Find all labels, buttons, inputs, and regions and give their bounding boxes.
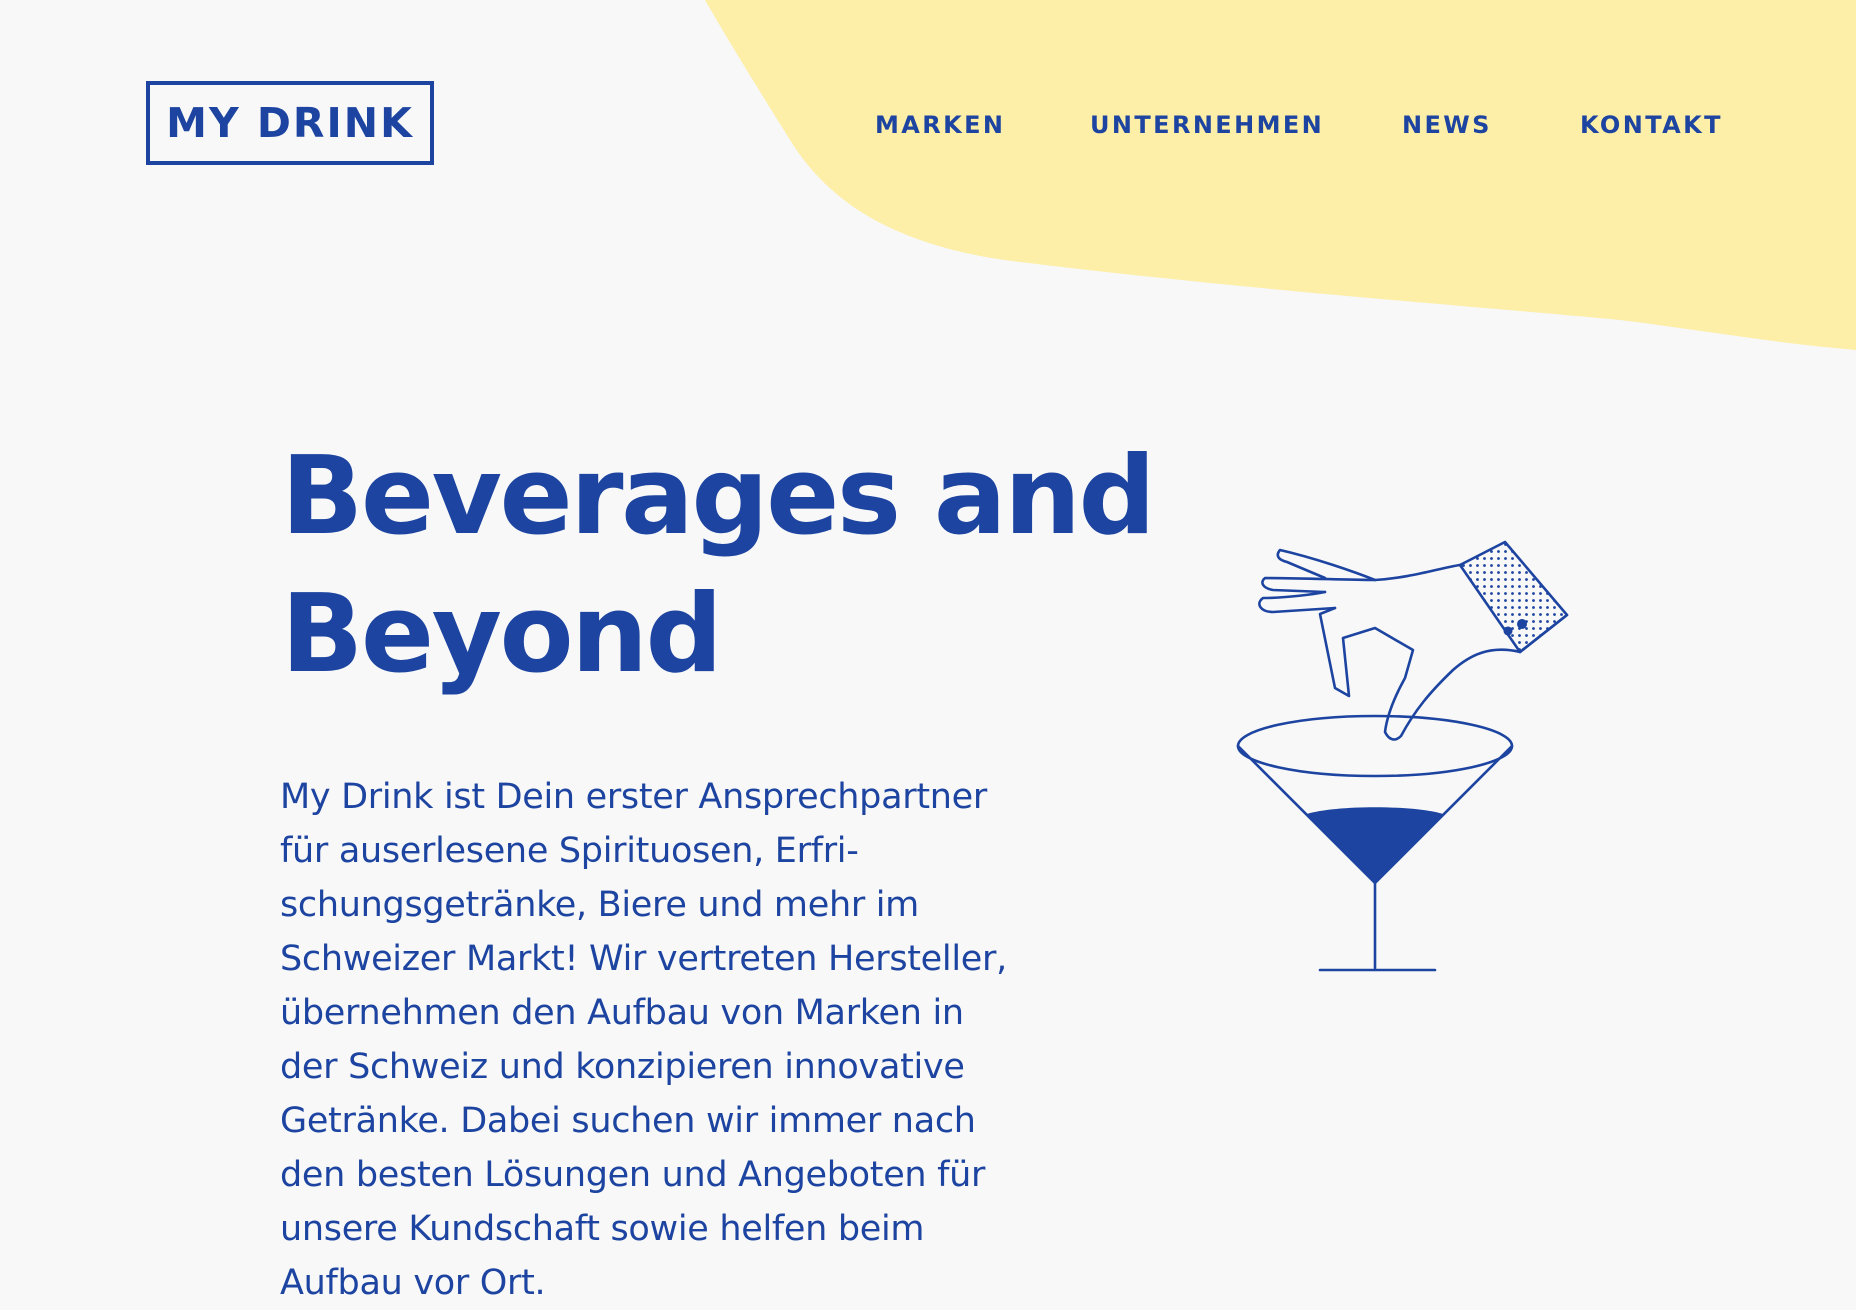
logo[interactable]: MY DRINK [146,81,434,165]
logo-text: MY DRINK [166,99,414,147]
hero-text-line: übernehmen den Aufbau von Marken in [280,993,964,1033]
nav-link-news[interactable]: NEWS [1402,108,1492,142]
hero-title: Beverages and Beyond [281,428,1156,704]
hand-cocktail-glass-icon [1236,540,1569,972]
hero-text-line: Schweizer Markt! Wir vertreten Herstelle… [280,939,1007,979]
hero-text-line: Getränke. Dabei suchen wir immer nach [280,1101,976,1141]
hero-title-line: Beverages and [281,434,1156,559]
hero-description: My Drink ist Dein erster Ansprechpartner… [280,770,1060,1310]
hero-text-line: schungsgetränke, Biere und mehr im [280,885,919,925]
hero-text-line: der Schweiz und konzipieren innovative [280,1047,965,1087]
hero-text-line: My Drink ist Dein erster Ansprechpartner [280,777,987,817]
nav-link-marken[interactable]: MARKEN [875,108,1005,142]
hero-text-line: unsere Kundschaft sowie helfen beim [280,1209,925,1249]
nav-link-unternehmen[interactable]: UNTERNEHMEN [1090,108,1324,142]
hero-text-line: Aufbau vor Ort. [280,1263,546,1303]
nav-link-kontakt[interactable]: KONTAKT [1580,108,1723,142]
hero-text-line: für auserlesene Spirituosen, Erfri- [280,831,859,871]
hero-text-line: den besten Lösungen und Angeboten für [280,1155,986,1195]
hero-title-line: Beyond [281,572,723,697]
